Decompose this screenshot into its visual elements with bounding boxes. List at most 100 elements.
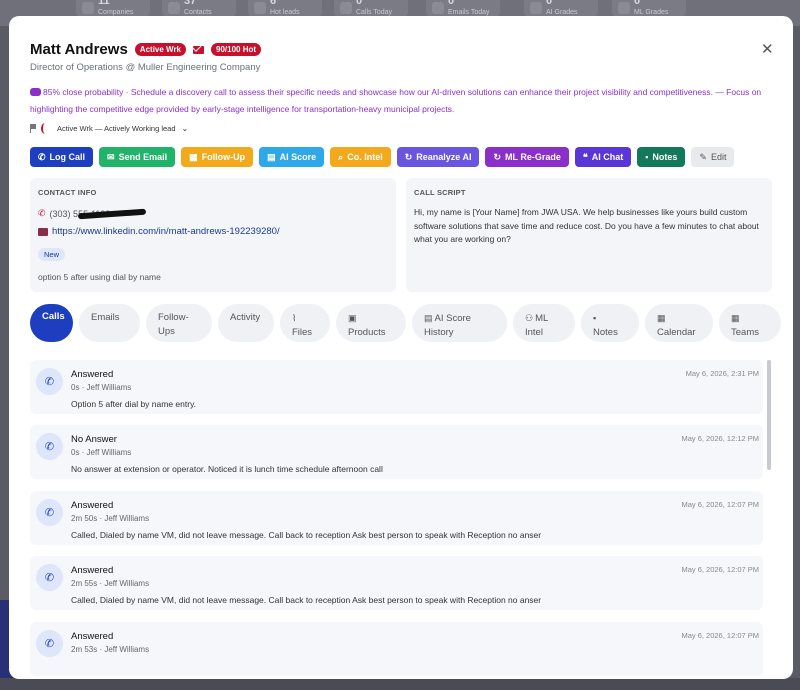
flame-icon — [254, 2, 266, 14]
ai-chat-label: AI Chat — [591, 152, 624, 162]
call-meta: 0s · Jeff Williams — [71, 448, 132, 457]
log-call-label: Log Call — [49, 152, 86, 162]
chart-icon — [618, 2, 630, 14]
contact-title-company: Director of Operations @ Muller Engineer… — [30, 62, 261, 73]
calendar-icon: ▦ — [657, 313, 666, 323]
log-call-button[interactable]: ✆ Log Call — [30, 147, 94, 167]
tab-label: Teams — [731, 327, 759, 338]
tab-teams[interactable]: ▦ Teams — [719, 304, 781, 342]
call-meta: 2m 53s · Jeff Williams — [71, 645, 150, 654]
tab-label: Notes — [593, 327, 618, 338]
phone-icon — [340, 2, 352, 14]
people-icon — [168, 2, 180, 14]
status-indicator-icon — [41, 123, 49, 134]
call-date: May 6, 2026, 12:07 PM — [681, 631, 759, 640]
call-meta: 0s · Jeff Williams — [71, 383, 132, 392]
ai-recommendation: 85% close probability · Schedule a disco… — [30, 84, 770, 118]
chart-icon: ▤ — [424, 313, 433, 323]
tab-emails[interactable]: Emails — [79, 304, 140, 342]
phone-icon: ✆ — [38, 208, 46, 218]
phone-icon: ✆ — [36, 433, 63, 460]
ai-score-button[interactable]: ▤ AI Score — [259, 147, 325, 167]
notes-label: Notes — [652, 152, 678, 162]
contact-tag-badge: New — [38, 248, 66, 261]
call-script-heading: CALL SCRIPT — [414, 188, 466, 197]
contact-name: Matt Andrews — [30, 41, 128, 58]
list-item[interactable]: ✆ Answered 2m 50s · Jeff Williams Called… — [30, 491, 763, 545]
phone-icon: ✆ — [36, 630, 63, 657]
tab-ai-score-history[interactable]: ▤ AI Score History — [412, 304, 507, 342]
tab-label: Products — [348, 327, 386, 338]
edit-button[interactable]: ✎ Edit — [691, 147, 735, 167]
call-outcome: No Answer — [71, 434, 117, 445]
call-note: Called, Dialed by name VM, did not leave… — [71, 530, 542, 540]
phone-icon: ✆ — [36, 368, 63, 395]
tab-label: Calls — [42, 311, 65, 322]
lead-status-value: Active Wrk — Actively Working lead — [57, 124, 176, 133]
reanalyze-ai-button[interactable]: ↻ Reanalyze AI — [396, 147, 480, 167]
chat-icon: ❝ — [582, 151, 588, 162]
tab-follow-ups[interactable]: Follow- Ups — [146, 304, 212, 342]
footer-background — [0, 678, 800, 690]
detail-tabs: Calls Emails Follow- Ups Activity ⌇ Files… — [30, 304, 781, 342]
contact-detail-modal: ✕ Matt Andrews Active Wrk 90/100 Hot Dir… — [9, 16, 793, 679]
building-icon — [82, 2, 94, 14]
call-date: May 6, 2026, 12:07 PM — [681, 500, 759, 509]
linkedin-link[interactable]: https://www.linkedin.com/in/matt-andrews… — [52, 226, 280, 237]
tab-calendar[interactable]: ▦ Calendar — [645, 304, 713, 342]
tab-label: Follow- Ups — [158, 312, 189, 337]
tab-label: Files — [292, 327, 313, 338]
note-icon: ▪ — [645, 152, 649, 162]
call-note: No answer at extension or operator. Noti… — [71, 464, 383, 474]
ai-score-label: AI Score — [279, 152, 317, 162]
brain-icon: ⚇ — [525, 313, 534, 323]
calendar-icon: ▦ — [189, 151, 198, 162]
call-script-text: Hi, my name is [Your Name] from JWA USA.… — [414, 207, 759, 244]
phone-row[interactable]: ✆ (303) 555-1199 — [38, 208, 147, 219]
company-intel-button[interactable]: ⌕ Co. Intel — [330, 147, 391, 167]
send-email-button[interactable]: ✉ Send Email — [99, 147, 176, 167]
send-email-label: Send Email — [118, 152, 168, 162]
tab-products[interactable]: ▣ Products — [336, 304, 406, 342]
grid-icon: ▦ — [731, 313, 740, 323]
ai-chat-button[interactable]: ❝ AI Chat — [574, 147, 632, 167]
follow-up-button[interactable]: ▦ Follow-Up — [181, 147, 254, 167]
tab-ml-intel[interactable]: ⚇ ML Intel — [513, 304, 575, 342]
call-note: Called, Dialed by name VM, did not leave… — [71, 595, 542, 605]
tab-activity[interactable]: Activity — [218, 304, 274, 342]
tab-files[interactable]: ⌇ Files — [280, 304, 330, 342]
robot-icon — [30, 88, 41, 96]
score-badge: 90/100 Hot — [211, 43, 262, 56]
phone-icon: ✆ — [36, 499, 63, 526]
note-icon: ▪ — [593, 313, 597, 323]
tab-notes[interactable]: ▪ Notes — [581, 304, 639, 342]
follow-up-label: Follow-Up — [201, 152, 246, 162]
notes-button[interactable]: ▪ Notes — [637, 147, 686, 167]
pencil-icon: ✎ — [699, 151, 707, 162]
call-outcome: Answered — [71, 369, 114, 380]
phone-icon: ✆ — [36, 564, 63, 591]
box-icon: ▣ — [348, 313, 357, 323]
list-item[interactable]: ✆ Answered 2m 55s · Jeff Williams Called… — [30, 556, 763, 610]
lead-status-row: Active Wrk — Actively Working lead ⌄ — [30, 122, 193, 135]
list-scrollbar[interactable] — [767, 360, 771, 470]
company-intel-label: Co. Intel — [347, 152, 383, 162]
action-toolbar: ✆ Log Call ✉ Send Email ▦ Follow-Up ▤ AI Sco… — [30, 147, 735, 167]
contact-header: Matt Andrews Active Wrk 90/100 Hot — [30, 41, 262, 58]
status-badge: Active Wrk — [134, 43, 186, 56]
ml-regrade-button[interactable]: ↻ ML Re-Grade — [485, 147, 569, 167]
list-item[interactable]: ✆ No Answer 0s · Jeff Williams No answer… — [30, 425, 763, 479]
list-item[interactable]: ✆ Answered 0s · Jeff Williams Option 5 a… — [30, 360, 763, 414]
tab-calls[interactable]: Calls — [30, 304, 73, 342]
contact-note: option 5 after using dial by name — [38, 272, 161, 282]
call-note: Option 5 after dial by name entry. — [71, 399, 197, 409]
call-date: May 6, 2026, 12:07 PM — [681, 565, 759, 574]
lead-status-select[interactable]: Active Wrk — Actively Working lead ⌄ — [53, 122, 193, 135]
call-log-list: ✆ Answered 0s · Jeff Williams Option 5 a… — [30, 360, 772, 679]
envelope-icon — [432, 2, 444, 14]
close-icon[interactable]: ✕ — [761, 42, 774, 57]
envelope-icon[interactable] — [193, 45, 204, 54]
call-date: May 6, 2026, 2:31 PM — [685, 369, 759, 378]
list-item[interactable]: ✆ Answered 2m 53s · Jeff Williams May 6,… — [30, 622, 763, 676]
reanalyze-ai-label: Reanalyze AI — [416, 152, 472, 162]
